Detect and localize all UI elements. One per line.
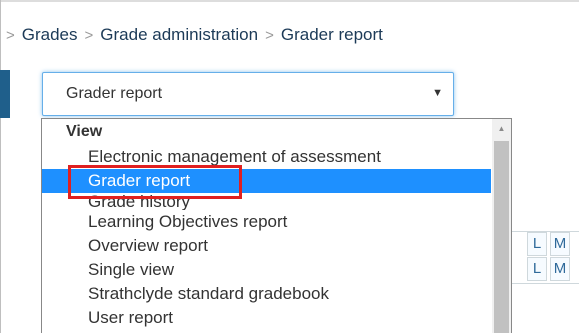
- breadcrumb-separator-icon: >: [265, 26, 274, 44]
- breadcrumb: > Grades > Grade administration > Grader…: [0, 23, 383, 47]
- scrollbar-thumb[interactable]: [494, 141, 509, 333]
- option-strathclyde-standard-gradebook[interactable]: Strathclyde standard gradebook: [42, 282, 491, 306]
- window-top-border: [0, 0, 579, 2]
- optgroup-label-view: View: [66, 123, 103, 140]
- table-column-m-link[interactable]: M: [550, 257, 570, 281]
- breadcrumb-separator-icon: >: [6, 26, 15, 44]
- report-select[interactable]: Grader report ▼: [42, 72, 454, 116]
- report-select-dropdown: View Electronic management of assessment…: [41, 118, 512, 333]
- breadcrumb-item-grades[interactable]: Grades: [22, 25, 78, 45]
- breadcrumb-separator-icon: >: [84, 26, 94, 44]
- report-select-value: Grader report: [66, 85, 163, 102]
- scroll-up-arrow-icon[interactable]: ▲: [492, 121, 511, 137]
- sidebar-accent-bar: [0, 70, 10, 118]
- option-learning-objectives-report[interactable]: Learning Objectives report: [42, 210, 491, 234]
- breadcrumb-item-grade-administration[interactable]: Grade administration: [100, 25, 258, 45]
- option-overview-report[interactable]: Overview report: [42, 234, 491, 258]
- option-user-report[interactable]: User report: [42, 306, 491, 330]
- table-row-divider: [512, 283, 579, 284]
- breadcrumb-item-grader-report: Grader report: [280, 25, 383, 44]
- dropdown-scrollbar[interactable]: ▲: [492, 119, 511, 333]
- table-column-l-link[interactable]: L: [527, 257, 547, 281]
- annotation-highlight-box: [68, 165, 242, 199]
- table-column-l-link[interactable]: L: [527, 232, 547, 256]
- window-left-border: [0, 0, 1, 333]
- option-single-view[interactable]: Single view: [42, 258, 491, 282]
- caret-down-icon: ▼: [432, 87, 443, 99]
- table-column-m-link[interactable]: M: [550, 232, 570, 256]
